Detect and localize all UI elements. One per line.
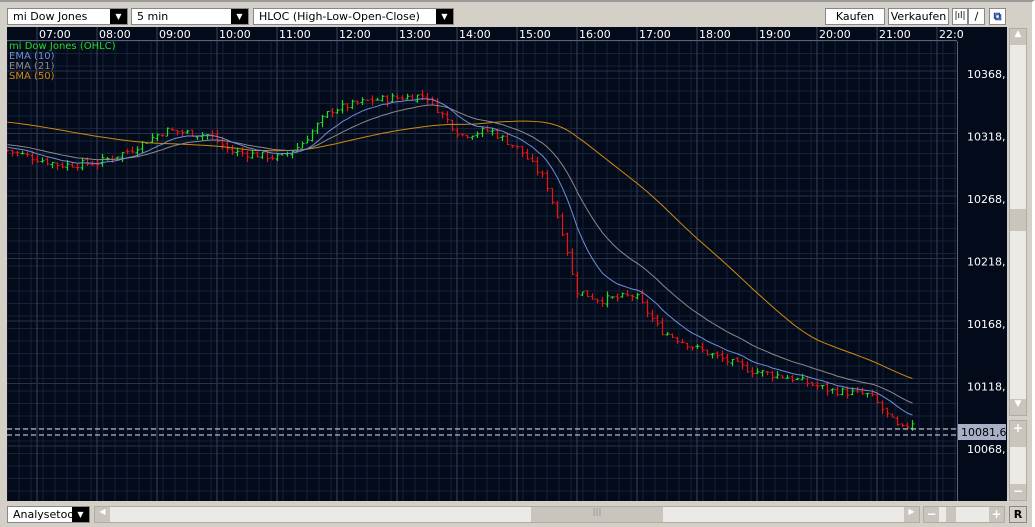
line-tool-icon[interactable]: / bbox=[968, 8, 985, 25]
bars-tool-icon[interactable]: |ıl| bbox=[952, 8, 968, 25]
vertical-zoom-slider[interactable]: + − bbox=[1009, 420, 1027, 501]
analysis-tool-value: Analysetool bbox=[13, 508, 78, 521]
ema-10-line bbox=[7, 98, 913, 416]
time-axis-label: 08:00 bbox=[99, 28, 131, 41]
scroll-right-icon[interactable]: ▶ bbox=[904, 507, 919, 522]
time-axis-label: 15:00 bbox=[519, 28, 551, 41]
zoom-in-icon[interactable]: + bbox=[989, 507, 1004, 522]
time-axis-label: 21:00 bbox=[879, 28, 911, 41]
analysis-tool-select[interactable]: Analysetool ▼ bbox=[7, 506, 90, 523]
interval-value: 5 min bbox=[137, 10, 169, 23]
scroll-up-icon[interactable]: ▲ bbox=[1010, 29, 1026, 45]
zoom-out-icon[interactable]: − bbox=[924, 507, 939, 522]
zoom-in-icon[interactable]: + bbox=[1010, 421, 1026, 437]
time-axis-label: 07:00 bbox=[39, 28, 71, 41]
horizontal-scrollbar[interactable]: ◀ ||| ▶ bbox=[94, 506, 920, 523]
horizontal-zoom-slider[interactable]: − + bbox=[923, 506, 1005, 523]
interval-select[interactable]: 5 min ▼ bbox=[131, 8, 249, 25]
detach-window-icon[interactable]: ⧉ bbox=[989, 8, 1006, 25]
instrument-value: mi Dow Jones bbox=[13, 10, 88, 23]
time-axis-label: 18:00 bbox=[699, 28, 731, 41]
current-price-label: 10081,6 bbox=[961, 426, 1007, 439]
chevron-down-icon: ▼ bbox=[110, 9, 127, 24]
chevron-down-icon: ▼ bbox=[436, 9, 453, 24]
reset-button[interactable]: R bbox=[1009, 506, 1027, 523]
scroll-thumb[interactable]: ||| bbox=[531, 507, 663, 522]
zoom-thumb[interactable] bbox=[946, 507, 956, 522]
price-axis-label: 10318, bbox=[967, 131, 1006, 144]
sma-50-line bbox=[7, 120, 913, 380]
time-axis-label: 11:00 bbox=[279, 28, 311, 41]
time-axis-label: 16:00 bbox=[579, 28, 611, 41]
time-axis-label: 13:00 bbox=[399, 28, 431, 41]
time-axis-label: 12:00 bbox=[339, 28, 371, 41]
price-axis-label: 10168, bbox=[967, 318, 1006, 331]
time-axis-label: 20:00 bbox=[819, 28, 851, 41]
chart-type-select[interactable]: HLOC (High-Low-Open-Close) Balken▼ bbox=[253, 8, 454, 38]
zoom-thumb[interactable] bbox=[1010, 437, 1026, 447]
time-axis-label: 10:00 bbox=[219, 28, 251, 41]
vertical-scrollbar[interactable]: ▲ ▼ bbox=[1009, 28, 1027, 416]
scroll-thumb[interactable] bbox=[1010, 209, 1026, 231]
zoom-out-icon[interactable]: − bbox=[1010, 484, 1026, 500]
time-axis-label: 17:00 bbox=[639, 28, 671, 41]
time-axis-label: 22:0 bbox=[939, 28, 964, 41]
chevron-down-icon: ▼ bbox=[72, 507, 89, 522]
price-axis-label: 10068, bbox=[967, 443, 1006, 456]
price-axis-label: 10368, bbox=[967, 68, 1006, 81]
buy-button[interactable]: Kaufen bbox=[825, 8, 885, 25]
price-axis-label: 10218, bbox=[967, 256, 1006, 269]
scroll-down-icon[interactable]: ▼ bbox=[1010, 399, 1026, 415]
time-axis-label: 09:00 bbox=[159, 28, 191, 41]
legend-item: SMA (50) bbox=[9, 71, 55, 82]
sell-button[interactable]: Verkaufen bbox=[888, 8, 949, 25]
time-axis-label: 14:00 bbox=[459, 28, 491, 41]
price-axis-label: 10118, bbox=[967, 381, 1006, 394]
instrument-select[interactable]: mi Dow Jones ▼ bbox=[7, 8, 128, 25]
price-chart[interactable]: 07:00 08:00 09:00 10:00 11:00 12:00 13:00 14:00… bbox=[7, 27, 1007, 501]
time-axis-label: 19:00 bbox=[759, 28, 791, 41]
chart-legend: mi Dow Jones (OHLC) EMA (10) EMA (21) SMA (… bbox=[9, 42, 116, 82]
scroll-left-icon[interactable]: ◀ bbox=[95, 507, 110, 522]
chevron-down-icon: ▼ bbox=[231, 9, 248, 24]
price-axis-label: 10268, bbox=[967, 193, 1006, 206]
